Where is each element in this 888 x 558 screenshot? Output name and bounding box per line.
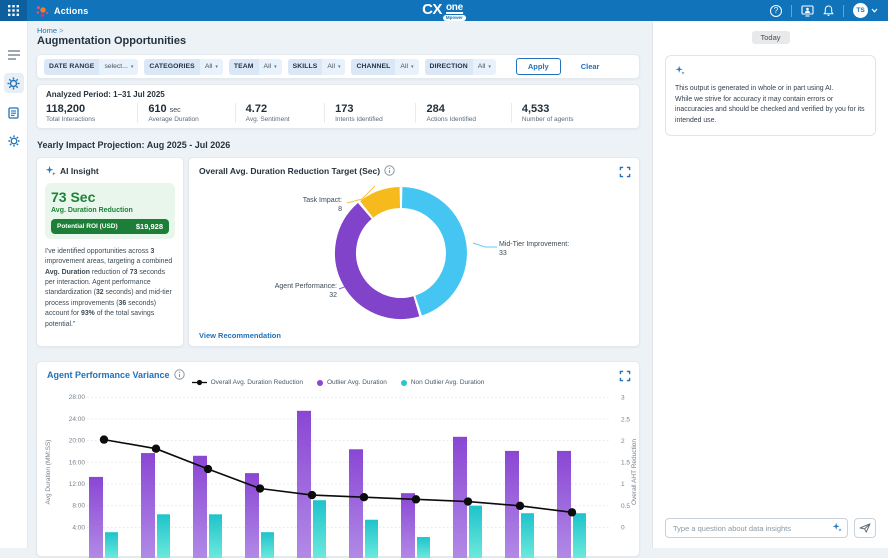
page-title: Augmentation Opportunities xyxy=(37,35,186,47)
send-button[interactable] xyxy=(854,518,876,538)
grid-icon xyxy=(8,5,19,16)
product-name: Actions xyxy=(54,6,88,16)
send-paper-plane-icon xyxy=(859,523,871,533)
svg-text:2: 2 xyxy=(621,438,625,445)
variance-combo-chart: 28:00 3 24:00 2.5 20:00 2 16:00 1.5 12:00 1 8:00 0.… xyxy=(37,362,641,558)
header-divider xyxy=(843,5,844,17)
mpower-badge: Mpower xyxy=(443,15,466,21)
filter-categories[interactable]: CATEGORIES All▾ xyxy=(144,59,223,75)
filter-direction[interactable]: DIRECTION All▾ xyxy=(425,59,496,75)
potential-roi-bar: Potential ROI (USD) $19,928 xyxy=(51,219,169,234)
disclaimer-line-1: This output is generated in whole or in … xyxy=(675,84,866,95)
svg-text:2.5: 2.5 xyxy=(621,416,630,423)
filter-bar: DATE RANGE select...▾ CATEGORIES All▾ TE… xyxy=(36,54,640,79)
top-app-bar: Actions CX one Mpower ? TS xyxy=(0,0,888,21)
duration-reduction-target-card: Overall Avg. Duration Reduction Target (… xyxy=(188,157,640,347)
metric-intents-identified: 173 Intents Identified xyxy=(324,103,415,123)
disclaimer-line-2: While we strive for accuracy it may cont… xyxy=(675,95,866,127)
analyzed-period-card: Analyzed Period: 1–31 Jul 2025 118,200 T… xyxy=(36,84,640,129)
chevron-down-icon: ▾ xyxy=(338,64,341,70)
apply-button[interactable]: Apply xyxy=(516,58,561,75)
agent-performance-variance-card: Agent Performance Variance Overall Avg. … xyxy=(36,361,640,557)
data-insights-question-input[interactable] xyxy=(665,518,848,538)
metric-avg-sentiment: 4.72 Avg. Sentiment xyxy=(235,103,324,123)
duration-reduction-value: 73 Sec xyxy=(51,189,169,205)
donut-label-mid-tier: Mid-Tier Improvement:33 xyxy=(499,240,569,259)
metric-actions-identified: 284 Actions Identified xyxy=(415,103,510,123)
app-launcher-grid-icon[interactable] xyxy=(0,0,27,21)
ai-sparkle-icon xyxy=(675,65,685,75)
chevron-down-icon: ▾ xyxy=(215,64,218,70)
actions-sparkle-logo-icon xyxy=(35,4,49,18)
donut-label-task-impact: Task Impact:8 xyxy=(303,196,342,215)
avatar[interactable]: TS xyxy=(853,3,868,18)
notifications-bell-icon[interactable] xyxy=(823,5,834,17)
help-icon[interactable]: ? xyxy=(770,5,782,17)
svg-text:24:00: 24:00 xyxy=(69,416,86,423)
chevron-down-icon: ▾ xyxy=(488,64,491,70)
left-nav-rail xyxy=(0,21,28,548)
main-content: Home > Augmentation Opportunities DATE R… xyxy=(28,21,652,548)
filter-channel[interactable]: CHANNEL All▾ xyxy=(351,59,418,75)
section-title: Yearly Impact Projection: Aug 2025 - Jul… xyxy=(37,140,230,150)
metric-total-interactions: 118,200 Total Interactions xyxy=(46,103,137,123)
today-chip: Today xyxy=(751,31,789,44)
chevron-down-icon: ▾ xyxy=(131,64,134,70)
filter-date-range[interactable]: DATE RANGE select...▾ xyxy=(44,59,138,75)
svg-text:4:00: 4:00 xyxy=(72,524,85,531)
svg-text:0.5: 0.5 xyxy=(621,503,630,510)
svg-text:20:00: 20:00 xyxy=(69,438,86,445)
svg-text:3: 3 xyxy=(621,395,625,402)
ai-insight-card: AI Insight 73 Sec Avg. Duration Reductio… xyxy=(36,157,184,347)
analyzed-period-title: Analyzed Period: 1–31 Jul 2025 xyxy=(46,90,630,99)
chevron-down-icon xyxy=(871,8,878,13)
metric-number-of-agents: 4,533 Number of agents xyxy=(511,103,630,123)
ai-insight-highlight: 73 Sec Avg. Duration Reduction Potential… xyxy=(45,183,175,239)
view-recommendation-link[interactable]: View Recommendation xyxy=(199,331,281,340)
duration-reduction-label: Avg. Duration Reduction xyxy=(51,207,169,214)
ai-copilot-panel: Today This output is generated in whole … xyxy=(652,21,888,548)
breadcrumb-home-link[interactable]: Home xyxy=(37,26,57,35)
breadcrumb[interactable]: Home > xyxy=(37,26,64,35)
ai-sparkle-icon xyxy=(832,522,842,532)
svg-text:28:00: 28:00 xyxy=(69,394,86,401)
donut-label-agent-performance: Agent Performance:32 xyxy=(275,282,337,301)
clear-link[interactable]: Clear xyxy=(581,62,600,71)
roi-value: $19,928 xyxy=(136,222,163,231)
agent-assist-icon[interactable] xyxy=(801,5,814,17)
filter-team[interactable]: TEAM All▾ xyxy=(229,59,282,75)
cxone-logo: CX one Mpower xyxy=(422,2,466,21)
svg-text:12:00: 12:00 xyxy=(69,481,86,488)
metric-average-duration: 610 sec Average Duration xyxy=(137,103,234,123)
actions-brand: Actions xyxy=(35,4,88,18)
ai-sparkle-icon xyxy=(45,165,56,176)
svg-text:8:00: 8:00 xyxy=(72,503,85,510)
chevron-down-icon: ▾ xyxy=(411,64,414,70)
svg-text:1.5: 1.5 xyxy=(621,460,630,467)
svg-text:0: 0 xyxy=(621,525,625,532)
ai-insight-description: I've identified opportunities across 3 i… xyxy=(45,247,175,330)
ai-insight-title: AI Insight xyxy=(60,166,99,176)
svg-text:1: 1 xyxy=(621,481,625,488)
nav-actions-icon[interactable] xyxy=(4,73,24,93)
svg-text:Overall AHT Reduction: Overall AHT Reduction xyxy=(631,439,638,505)
nav-settings-gear-icon[interactable] xyxy=(4,131,24,151)
nav-menu-icon[interactable] xyxy=(4,45,24,65)
user-menu[interactable]: TS xyxy=(853,3,878,18)
metrics-row: 118,200 Total Interactions 610 sec Avera… xyxy=(46,103,630,123)
donut-chart xyxy=(189,158,641,348)
ai-disclaimer-card: This output is generated in whole or in … xyxy=(665,55,876,136)
filter-skills[interactable]: SKILLS All▾ xyxy=(288,59,346,75)
nav-reports-icon[interactable] xyxy=(4,103,24,123)
svg-text:16:00: 16:00 xyxy=(69,459,86,466)
chevron-down-icon: ▾ xyxy=(274,64,277,70)
svg-text:Avg Duration (MM:SS): Avg Duration (MM:SS) xyxy=(45,440,52,505)
header-divider xyxy=(791,5,792,17)
